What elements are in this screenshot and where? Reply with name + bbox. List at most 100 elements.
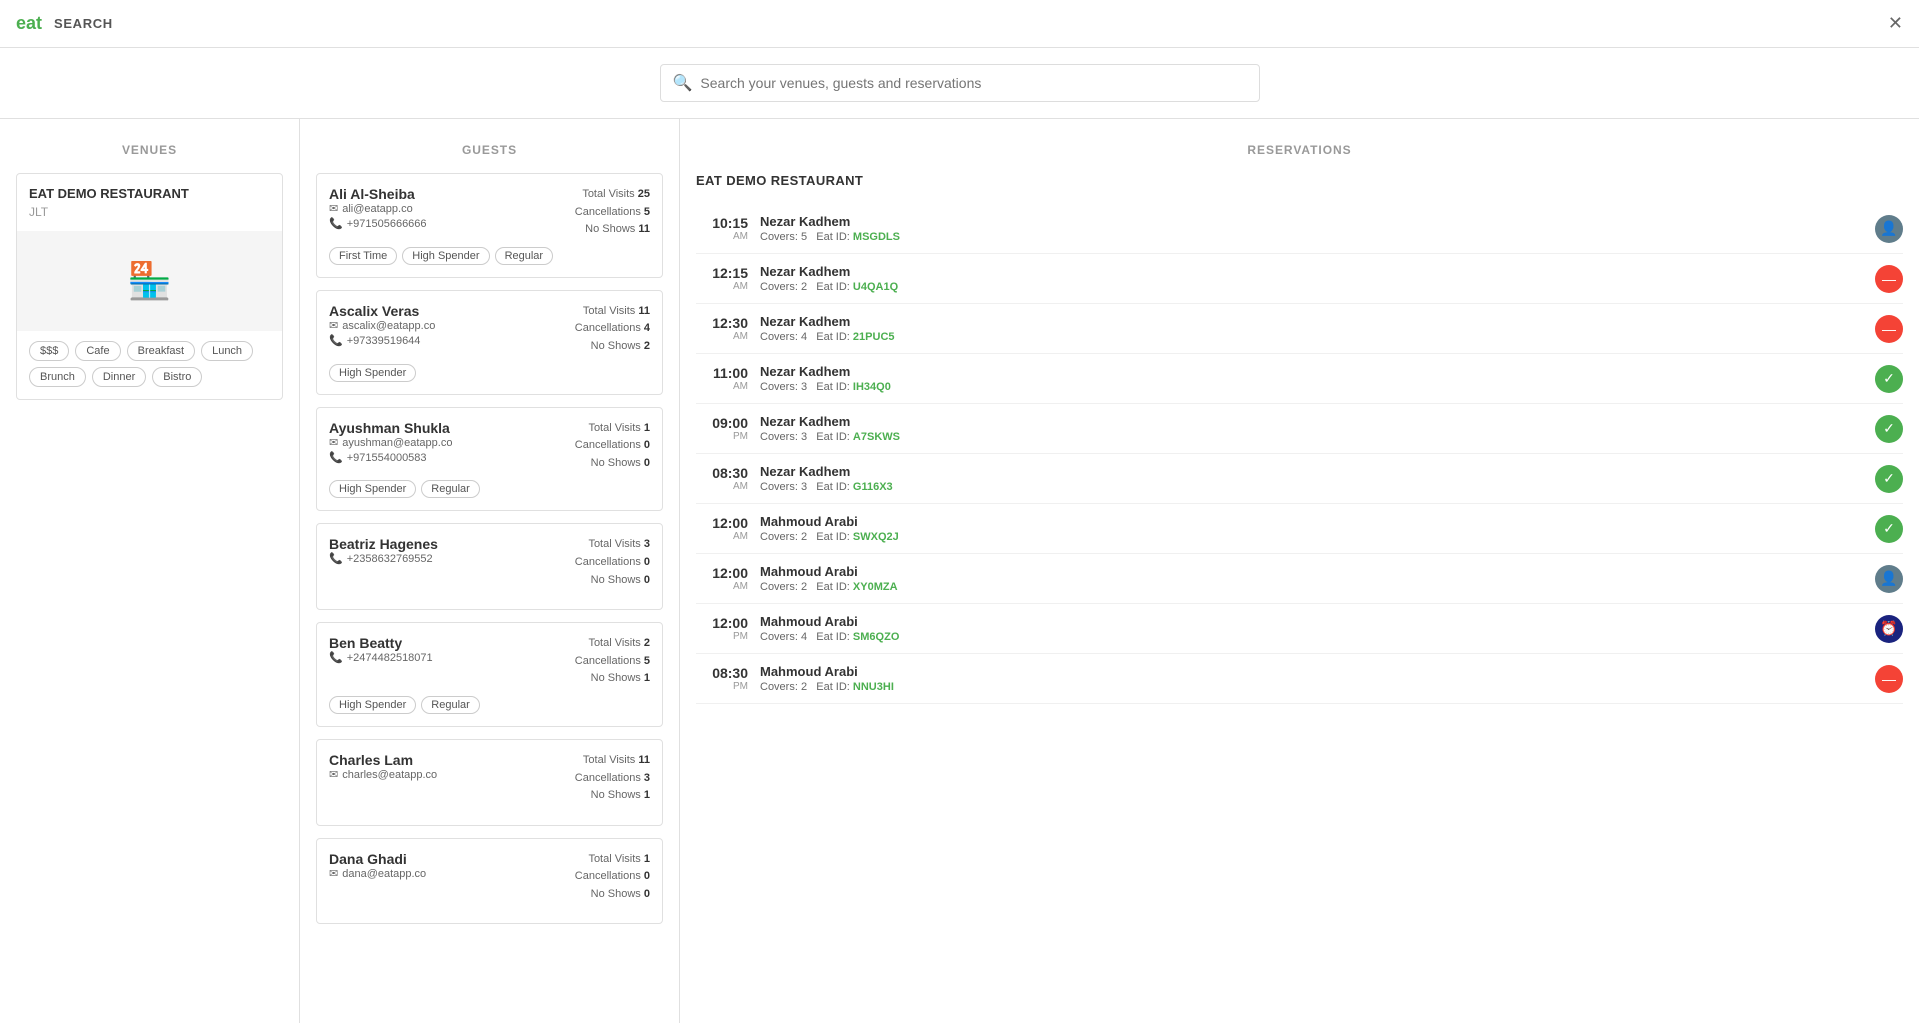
reservation-name: Nezar Kadhem: [760, 464, 1863, 479]
venue-tag: Dinner: [92, 367, 146, 387]
venue-card[interactable]: EAT DEMO RESTAURANT JLT 🏪 $$$CafeBreakfa…: [16, 173, 283, 400]
reservation-meta: Covers: 3 Eat ID: G116X3: [760, 481, 1863, 493]
search-input[interactable]: [700, 75, 1246, 91]
reservations-title: RESERVATIONS: [696, 143, 1903, 157]
reservation-time-period: PM: [696, 431, 748, 442]
guest-name-block: Ascalix Veras ✉ascalix@eatapp.co 📞+97339…: [329, 303, 435, 349]
reservation-time: 12:00 AM: [696, 565, 748, 592]
reservation-name: Mahmoud Arabi: [760, 514, 1863, 529]
venue-image: 🏪: [17, 231, 282, 331]
reservation-item[interactable]: 09:00 PM Nezar Kadhem Covers: 3 Eat ID: …: [696, 404, 1903, 454]
reservation-meta: Covers: 2 Eat ID: XY0MZA: [760, 581, 1863, 593]
guest-name: Ayushman Shukla: [329, 420, 452, 436]
guest-stats: Total Visits 1 Cancellations 0 No Shows …: [575, 420, 650, 473]
reservation-time-value: 12:00: [696, 565, 748, 581]
no-shows: No Shows 11: [575, 221, 650, 239]
reservation-status-icon: —: [1875, 265, 1903, 293]
reservation-meta: Covers: 3 Eat ID: A7SKWS: [760, 431, 1863, 443]
guest-list: Ali Al-Sheiba ✉ali@eatapp.co 📞+971505666…: [316, 173, 663, 924]
reservation-item[interactable]: 12:00 PM Mahmoud Arabi Covers: 4 Eat ID:…: [696, 604, 1903, 654]
venues-title: VENUES: [16, 143, 283, 157]
reservation-time-period: AM: [696, 231, 748, 242]
guest-badge: High Spender: [402, 247, 489, 265]
reservation-time: 12:00 PM: [696, 615, 748, 642]
guest-stats: Total Visits 11 Cancellations 3 No Shows…: [575, 752, 650, 805]
reservation-item[interactable]: 12:30 AM Nezar Kadhem Covers: 4 Eat ID: …: [696, 304, 1903, 354]
reservation-details: Mahmoud Arabi Covers: 2 Eat ID: SWXQ2J: [760, 514, 1863, 543]
main-content: VENUES EAT DEMO RESTAURANT JLT 🏪 $$$Cafe…: [0, 119, 1919, 1023]
guest-item[interactable]: Ascalix Veras ✉ascalix@eatapp.co 📞+97339…: [316, 290, 663, 395]
cancellations: Cancellations 0: [575, 437, 650, 455]
reservation-item[interactable]: 11:00 AM Nezar Kadhem Covers: 3 Eat ID: …: [696, 354, 1903, 404]
total-visits: Total Visits 1: [575, 851, 650, 869]
cancellations: Cancellations 5: [575, 653, 650, 671]
reservation-time-value: 08:30: [696, 465, 748, 481]
reservation-status-icon: 👤: [1875, 215, 1903, 243]
reservation-time-period: PM: [696, 681, 748, 692]
reservation-time-value: 09:00: [696, 415, 748, 431]
reservation-time: 11:00 AM: [696, 365, 748, 392]
guest-badges: High Spender: [329, 364, 650, 382]
venues-section: VENUES EAT DEMO RESTAURANT JLT 🏪 $$$Cafe…: [0, 119, 300, 1023]
reservation-item[interactable]: 08:30 AM Nezar Kadhem Covers: 3 Eat ID: …: [696, 454, 1903, 504]
reservation-item[interactable]: 10:15 AM Nezar Kadhem Covers: 5 Eat ID: …: [696, 204, 1903, 254]
reservation-time: 12:30 AM: [696, 315, 748, 342]
reservation-time-period: AM: [696, 331, 748, 342]
reservation-time: 08:30 AM: [696, 465, 748, 492]
guest-item[interactable]: Ben Beatty 📞+2474482518071 Total Visits …: [316, 622, 663, 727]
reservation-meta: Covers: 2 Eat ID: SWXQ2J: [760, 531, 1863, 543]
reservation-status-icon: ✓: [1875, 365, 1903, 393]
header: eat SEARCH ✕: [0, 0, 1919, 48]
reservation-item[interactable]: 12:15 AM Nezar Kadhem Covers: 2 Eat ID: …: [696, 254, 1903, 304]
reservation-details: Nezar Kadhem Covers: 2 Eat ID: U4QA1Q: [760, 264, 1863, 293]
reservation-id: 21PUC5: [853, 331, 895, 343]
cancellations: Cancellations 0: [575, 554, 650, 572]
close-button[interactable]: ✕: [1888, 13, 1903, 34]
guest-stats: Total Visits 3 Cancellations 0 No Shows …: [575, 536, 650, 589]
guest-item[interactable]: Beatriz Hagenes 📞+2358632769552 Total Vi…: [316, 523, 663, 610]
guest-badge: High Spender: [329, 696, 416, 714]
search-bar[interactable]: 🔍: [660, 64, 1260, 102]
reservation-item[interactable]: 12:00 AM Mahmoud Arabi Covers: 2 Eat ID:…: [696, 504, 1903, 554]
guest-item[interactable]: Ali Al-Sheiba ✉ali@eatapp.co 📞+971505666…: [316, 173, 663, 278]
reservation-details: Mahmoud Arabi Covers: 4 Eat ID: SM6QZO: [760, 614, 1863, 643]
reservation-time-period: AM: [696, 281, 748, 292]
guest-item[interactable]: Charles Lam ✉charles@eatapp.co Total Vis…: [316, 739, 663, 826]
reservation-name: Mahmoud Arabi: [760, 664, 1863, 679]
reservation-status-icon: ✓: [1875, 515, 1903, 543]
reservation-meta: Covers: 3 Eat ID: IH34Q0: [760, 381, 1863, 393]
no-shows: No Shows 1: [575, 670, 650, 688]
guest-badge: First Time: [329, 247, 397, 265]
reservation-details: Nezar Kadhem Covers: 5 Eat ID: MSGDLS: [760, 214, 1863, 243]
guests-section: GUESTS Ali Al-Sheiba ✉ali@eatapp.co 📞+97…: [300, 119, 680, 1023]
guest-item[interactable]: Dana Ghadi ✉dana@eatapp.co Total Visits …: [316, 838, 663, 925]
guest-badge: Regular: [421, 480, 480, 498]
no-shows: No Shows 0: [575, 886, 650, 904]
reservation-status-icon: —: [1875, 665, 1903, 693]
guest-name: Ben Beatty: [329, 635, 433, 651]
guest-phone: 📞+971554000583: [329, 451, 452, 464]
reservation-name: Nezar Kadhem: [760, 364, 1863, 379]
reservation-id: SWXQ2J: [853, 531, 899, 543]
reservation-name: Mahmoud Arabi: [760, 564, 1863, 579]
reservation-item[interactable]: 08:30 PM Mahmoud Arabi Covers: 2 Eat ID:…: [696, 654, 1903, 704]
reservation-id: NNU3HI: [853, 681, 894, 693]
guest-item[interactable]: Ayushman Shukla ✉ayushman@eatapp.co 📞+97…: [316, 407, 663, 512]
cancellations: Cancellations 5: [575, 204, 650, 222]
guest-name-block: Ben Beatty 📞+2474482518071: [329, 635, 433, 666]
reservation-time: 10:15 AM: [696, 215, 748, 242]
reservation-details: Mahmoud Arabi Covers: 2 Eat ID: XY0MZA: [760, 564, 1863, 593]
guest-name: Dana Ghadi: [329, 851, 426, 867]
no-shows: No Shows 2: [575, 338, 650, 356]
guest-badge: Regular: [495, 247, 554, 265]
guest-stats: Total Visits 1 Cancellations 0 No Shows …: [575, 851, 650, 904]
store-icon: 🏪: [127, 260, 172, 302]
reservation-item[interactable]: 12:00 AM Mahmoud Arabi Covers: 2 Eat ID:…: [696, 554, 1903, 604]
total-visits: Total Visits 25: [575, 186, 650, 204]
reservation-time-period: PM: [696, 631, 748, 642]
reservation-time: 12:00 AM: [696, 515, 748, 542]
logo: eat: [16, 13, 42, 34]
reservation-status-icon: 👤: [1875, 565, 1903, 593]
total-visits: Total Visits 11: [575, 752, 650, 770]
reservation-time-value: 12:00: [696, 515, 748, 531]
